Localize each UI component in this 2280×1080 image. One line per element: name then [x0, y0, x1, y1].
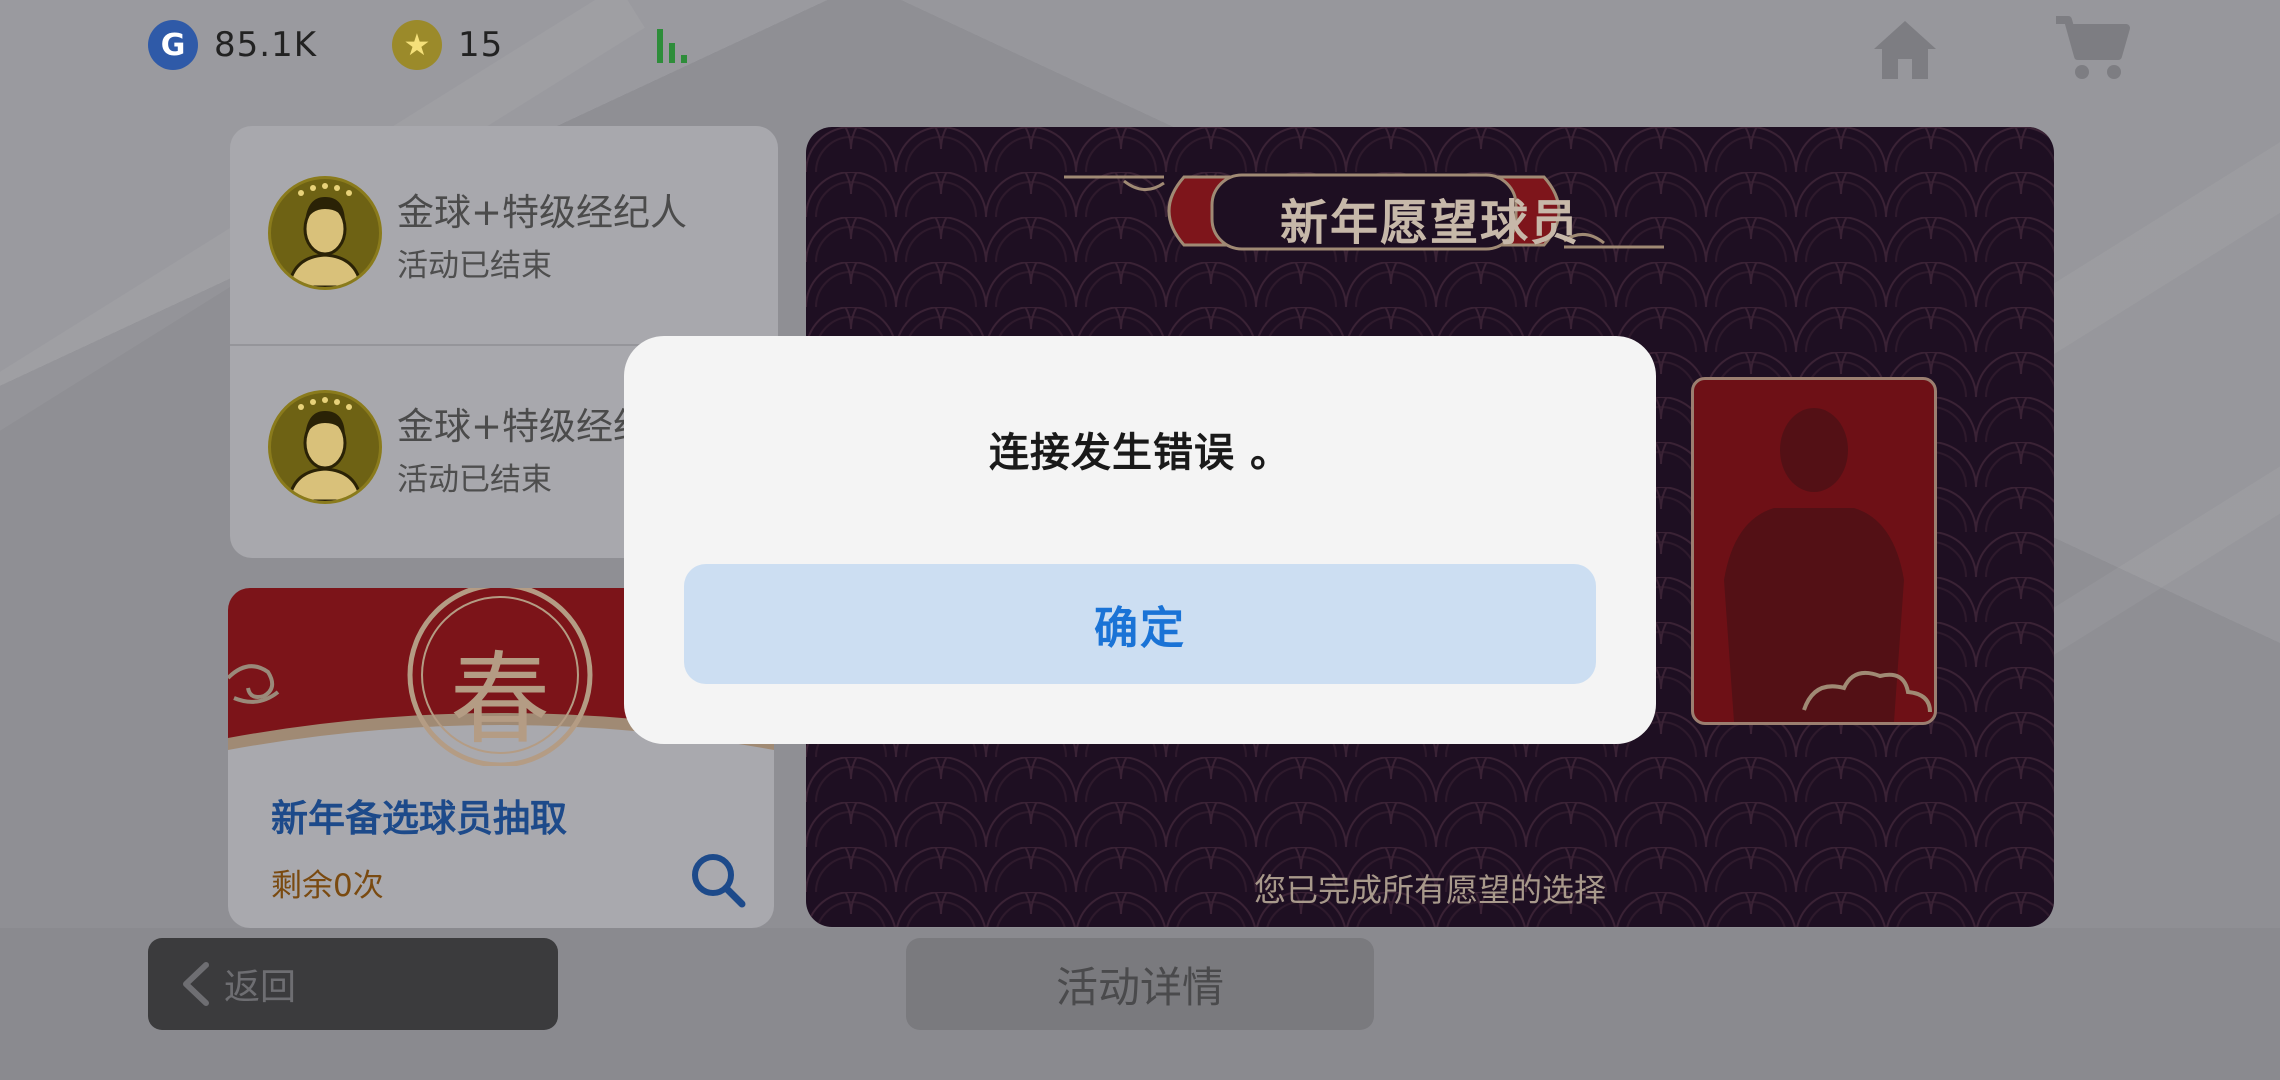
event-status: 活动已结束 — [397, 248, 552, 284]
signal-icon — [655, 25, 695, 63]
top-bar: G 85.1K ★ 15 — [0, 0, 2280, 90]
search-icon[interactable] — [688, 850, 748, 910]
wish-done-text: 您已完成所有愿望的选择 — [1253, 871, 1606, 909]
error-dialog: 连接发生错误 。 确定 — [624, 336, 1656, 744]
confirm-label: 确定 — [1094, 603, 1186, 654]
event-status: 活动已结束 — [397, 462, 552, 498]
star-coin-icon: ★ — [392, 20, 442, 70]
event-title: 金球+特级经纪人 — [397, 191, 688, 234]
cart-icon[interactable] — [2052, 12, 2132, 84]
draw-remaining: 剩余0次 — [271, 868, 384, 904]
star-balance: ★ 15 — [392, 20, 503, 70]
back-label: 返回 — [224, 967, 297, 1008]
g-coin-icon: G — [148, 20, 198, 70]
chevron-left-icon — [183, 962, 209, 1006]
event-item[interactable]: 金球+特级经纪人 活动已结束 — [230, 126, 778, 338]
spring-emblem: 春 — [450, 641, 550, 758]
home-icon[interactable] — [1870, 15, 1940, 85]
dialog-message: 连接发生错误 。 — [989, 430, 1291, 476]
star-value: 15 — [458, 25, 504, 65]
event-details-label: 活动详情 — [1055, 962, 1224, 1012]
player-card-placeholder[interactable] — [1691, 377, 1937, 725]
event-details-button[interactable]: 活动详情 — [906, 938, 1374, 1030]
draw-title: 新年备选球员抽取 — [271, 797, 567, 840]
back-button[interactable]: 返回 — [148, 938, 558, 1030]
agent-avatar — [268, 176, 382, 290]
g-coin-balance: G 85.1K — [148, 20, 317, 70]
wish-title: 新年愿望球员 — [1279, 195, 1580, 251]
confirm-button[interactable]: 确定 — [684, 564, 1596, 684]
g-coin-value: 85.1K — [214, 25, 317, 65]
agent-avatar — [268, 390, 382, 504]
